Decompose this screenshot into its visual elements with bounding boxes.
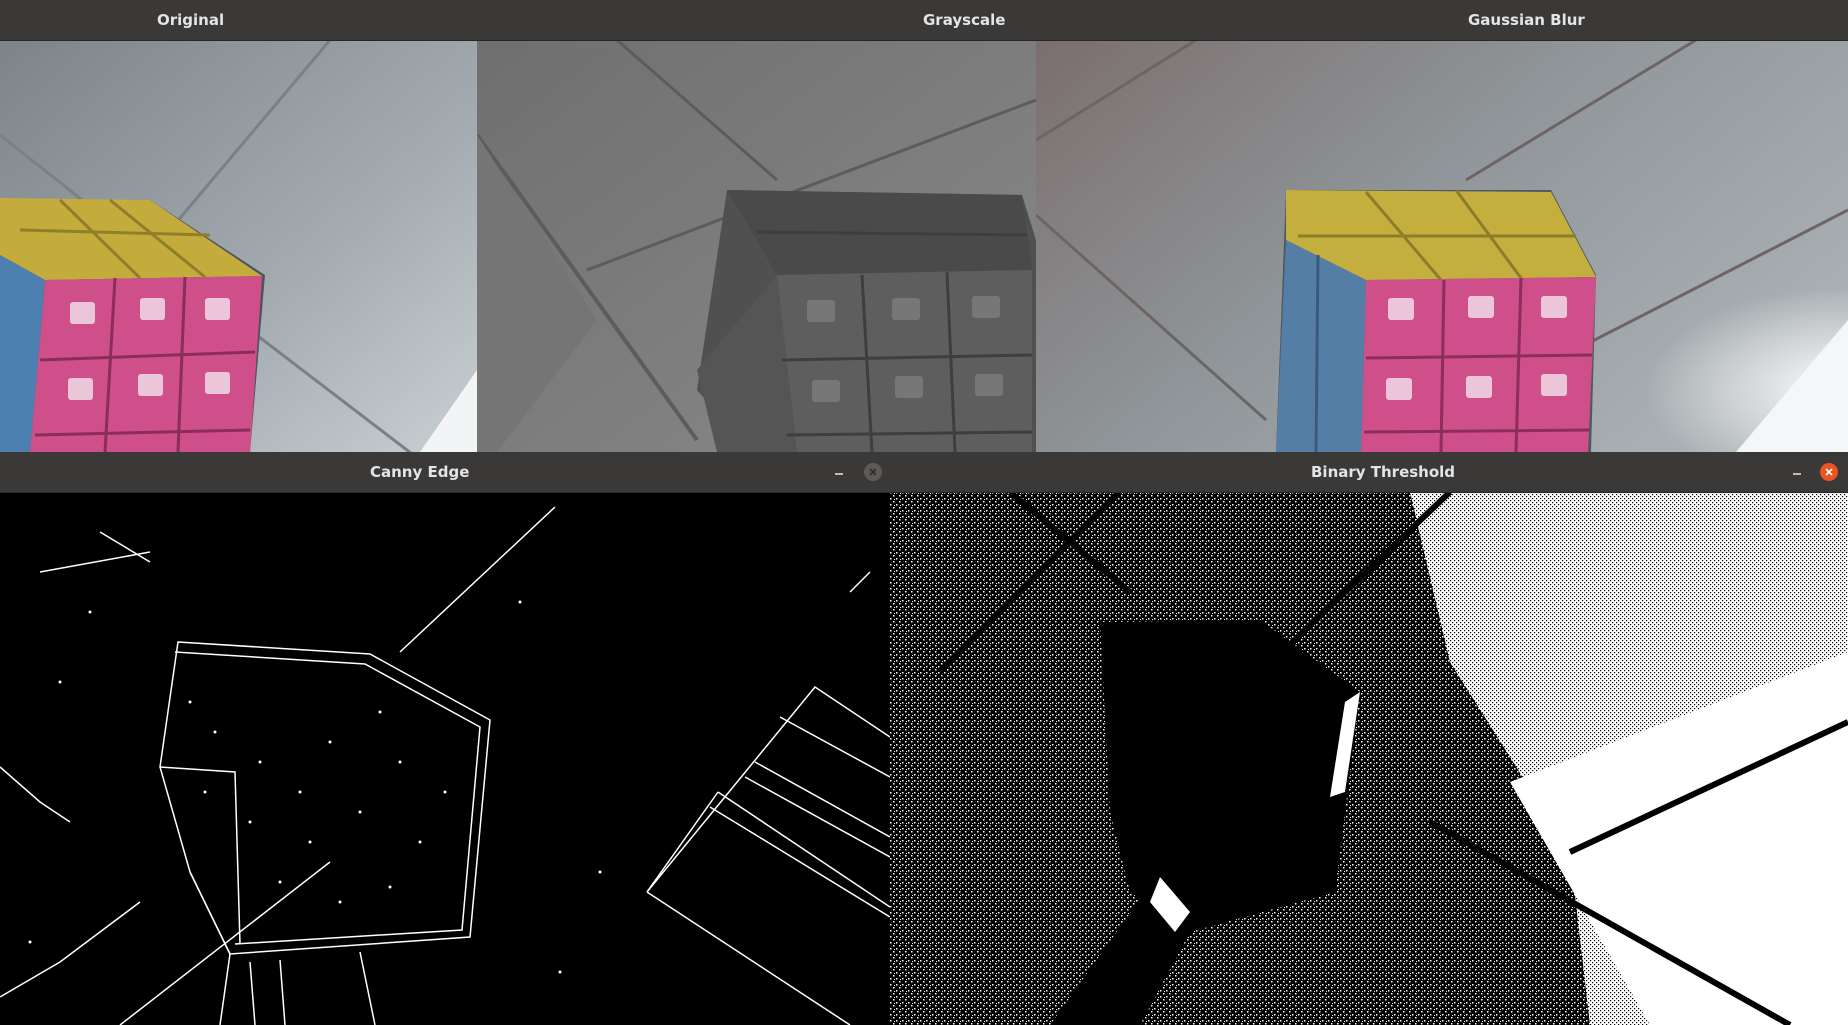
grayscale-title: Grayscale — [923, 11, 1006, 29]
gaussian-image — [1036, 40, 1848, 452]
binary-image — [890, 492, 1848, 1025]
grayscale-window: Grayscale — [477, 0, 1036, 452]
binary-titlebar[interactable]: Binary Threshold — [890, 452, 1848, 493]
gaussian-titlebar[interactable]: Gaussian Blur — [1036, 0, 1848, 41]
canny-image — [0, 492, 890, 1025]
close-icon[interactable] — [1820, 463, 1838, 481]
minimize-icon[interactable] — [830, 463, 848, 481]
original-window: Original — [0, 0, 477, 452]
gaussian-title: Gaussian Blur — [1468, 11, 1585, 29]
minimize-icon[interactable] — [1788, 463, 1806, 481]
binary-title: Binary Threshold — [1311, 463, 1456, 481]
grayscale-titlebar[interactable]: Grayscale — [477, 0, 1036, 41]
binary-window: Binary Threshold — [890, 452, 1848, 1025]
grayscale-image — [477, 40, 1036, 452]
canny-title: Canny Edge — [370, 463, 470, 481]
original-image — [0, 40, 477, 452]
original-title: Original — [157, 11, 225, 29]
close-icon[interactable] — [864, 463, 882, 481]
original-titlebar[interactable]: Original — [0, 0, 477, 41]
gaussian-window: Gaussian Blur — [1036, 0, 1848, 452]
canny-window: Canny Edge — [0, 452, 890, 1025]
canny-titlebar[interactable]: Canny Edge — [0, 452, 890, 493]
